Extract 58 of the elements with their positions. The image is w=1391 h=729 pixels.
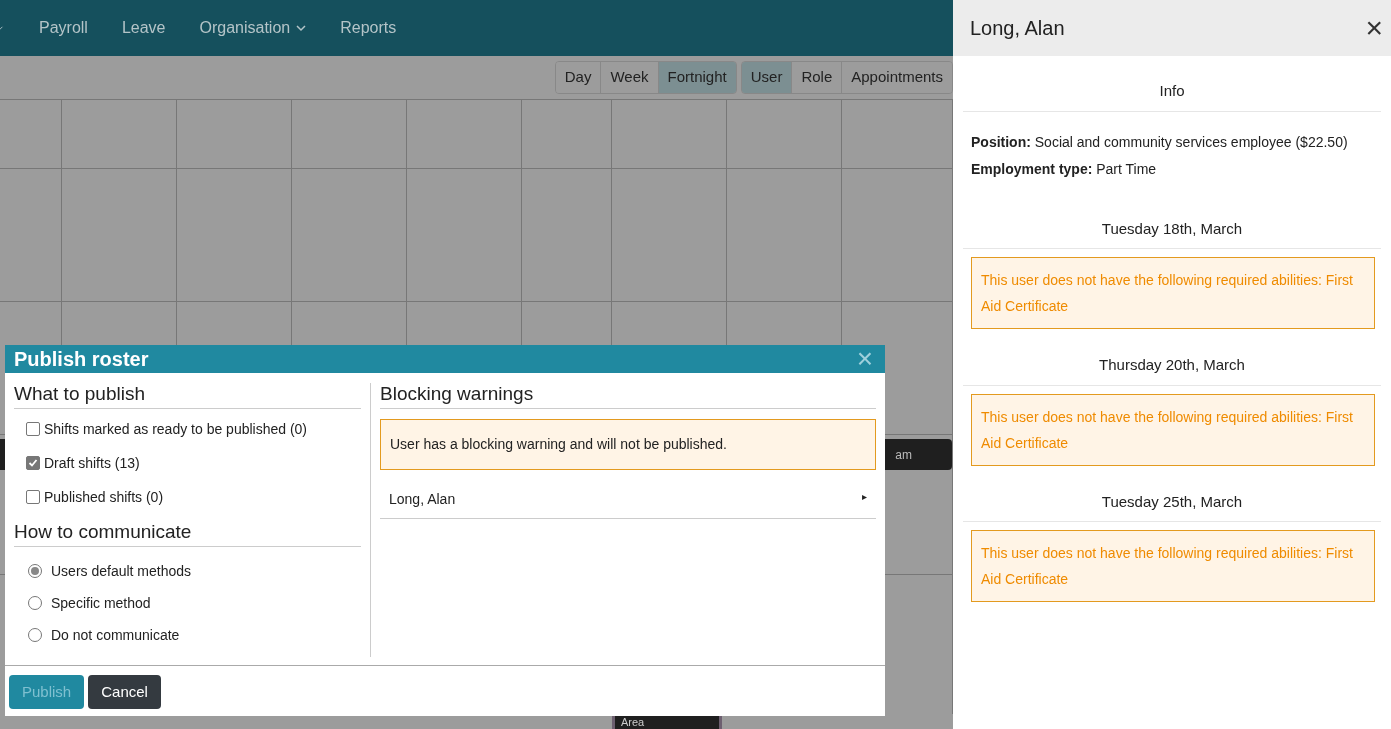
view-button[interactable]: Appointments [841, 62, 952, 93]
date-heading: Tuesday 25th, March [963, 465, 1381, 522]
calendar-cell[interactable] [0, 168, 62, 301]
calendar-cell[interactable] [407, 99, 522, 168]
dialog-title: Publish roster [14, 347, 149, 371]
checkbox[interactable] [26, 490, 40, 505]
radio-label: Do not communicate [51, 625, 180, 645]
checkbox-label: Published shifts (0) [44, 487, 164, 507]
cancel-button[interactable]: Cancel [88, 674, 161, 710]
warning-alert: This user does not have the following required abilities: First Aid Certificate [971, 530, 1375, 602]
shift-text: am [895, 446, 912, 464]
calendar-cell[interactable] [292, 168, 407, 301]
section-heading: Blocking warnings [380, 383, 876, 409]
view-button[interactable]: Fortnight [657, 62, 736, 93]
calendar-cell[interactable] [522, 99, 612, 168]
calendar-cell[interactable] [177, 168, 292, 301]
calendar-cell[interactable] [407, 168, 522, 301]
warning-alert: User has a blocking warning and will not be published. [380, 418, 876, 470]
warning-alert: This user does not have the following required abilities: First Aid Certificate [971, 257, 1375, 329]
section-heading: How to communicate [14, 520, 361, 547]
calendar-cell[interactable] [177, 99, 292, 168]
calendar-cell[interactable] [62, 99, 177, 168]
caret-icon: ▸ [862, 488, 867, 510]
user-row[interactable]: Long, Alan ▸ [380, 483, 876, 519]
date-heading: Tuesday 18th, March [963, 205, 1381, 249]
calendar-cell[interactable] [727, 168, 842, 301]
checkbox[interactable] [26, 422, 40, 437]
radio-label: Users default methods [51, 561, 192, 581]
panel-title: Long, Alan [970, 16, 1065, 40]
radio-button[interactable] [28, 564, 42, 579]
section-heading: Info [963, 56, 1381, 112]
calendar-cell[interactable] [522, 168, 612, 301]
calendar-cell[interactable] [727, 99, 842, 168]
nav-link[interactable]: Payroll [22, 16, 105, 40]
user-name: Long, Alan [389, 489, 456, 509]
info-field: Employment type: Part Time [971, 158, 1373, 180]
checkbox-label: Shifts marked as ready to be published (0) [44, 419, 308, 439]
radio-button[interactable] [28, 596, 42, 611]
chevron-icon[interactable] [0, 24, 6, 32]
date-heading: Thursday 20th, March [963, 329, 1381, 386]
checkbox-label: Draft shifts (13) [44, 453, 140, 473]
checkbox[interactable] [26, 456, 40, 471]
calendar-cell[interactable] [62, 168, 177, 301]
calendar-cell[interactable] [612, 99, 727, 168]
shift-block[interactable]: Area [612, 716, 722, 729]
warning-alert: This user does not have the following required abilities: First Aid Certificate [971, 393, 1375, 466]
calendar-cell[interactable] [292, 99, 407, 168]
info-field: Position: Social and community services employee ($22.50) [971, 131, 1373, 153]
nav-link[interactable]: Reports [323, 16, 414, 40]
nav-link[interactable]: Organisation [182, 16, 324, 40]
section-heading: What to publish [14, 383, 361, 409]
nav-link[interactable]: Leave [104, 16, 183, 40]
radio-button[interactable] [28, 628, 42, 643]
calendar-cell[interactable] [0, 99, 62, 168]
view-button[interactable]: User [741, 62, 792, 93]
radio-label: Specific method [51, 593, 151, 613]
close-button[interactable]: × [1365, 13, 1383, 43]
calendar-cell[interactable] [612, 168, 727, 301]
